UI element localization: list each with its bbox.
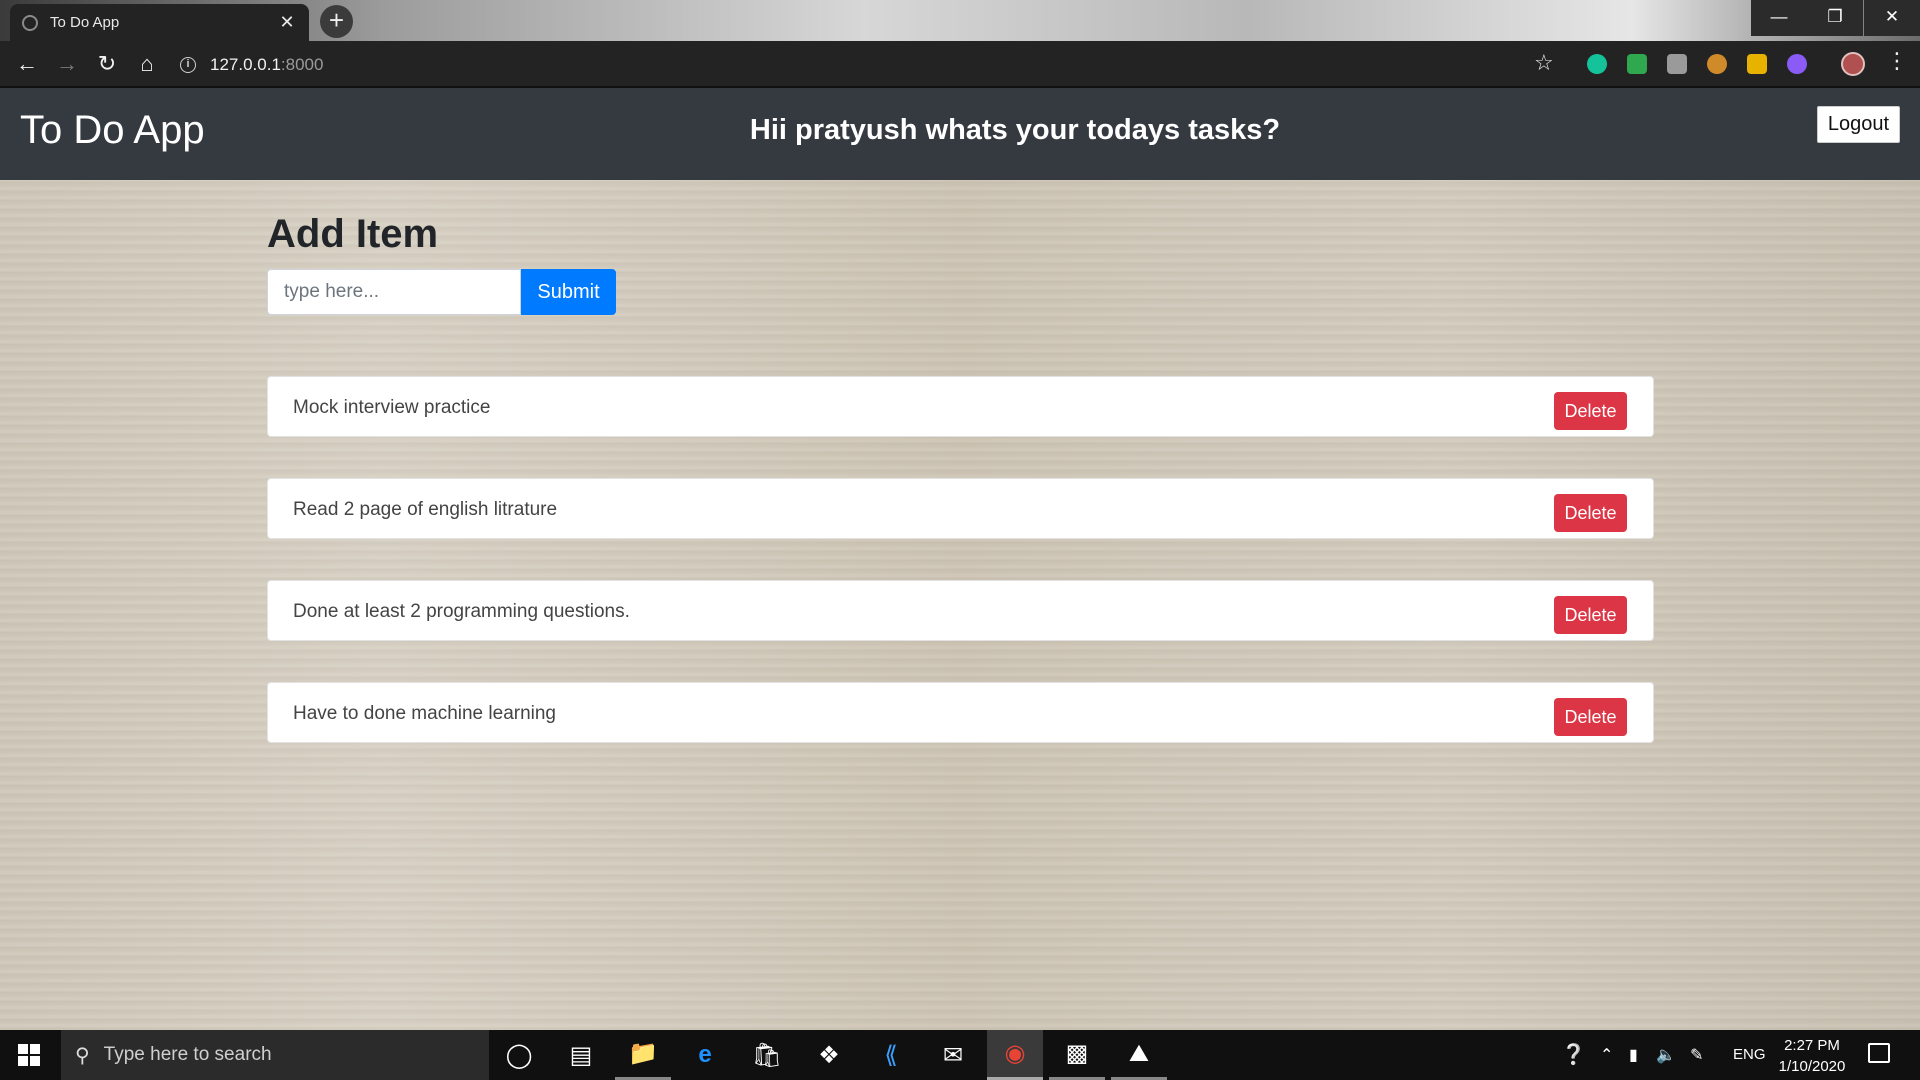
submit-button[interactable]: Submit <box>521 269 616 315</box>
url-host: 127.0.0.1 <box>210 54 281 74</box>
add-item-heading: Add Item <box>267 212 439 256</box>
notification-icon[interactable] <box>1868 1043 1890 1063</box>
task-text: Have to done machine learning <box>293 703 557 724</box>
cortana-icon[interactable]: ◯ <box>491 1030 547 1080</box>
forward-arrow-icon[interactable]: → <box>47 44 87 84</box>
task-item: Have to done machine learning Delete <box>267 682 1654 743</box>
home-icon[interactable]: ⌂ <box>127 44 167 84</box>
pen-icon[interactable]: ✎ <box>1690 1045 1703 1065</box>
vscode-icon[interactable]: ⟪ <box>863 1030 919 1080</box>
screen: To Do App ✕ + — ❐ ✕ ← → ↻ ⌂ i 127.0.0.1 … <box>0 0 1920 1080</box>
task-text: Mock interview practice <box>293 397 491 418</box>
grammarly-extension-icon[interactable] <box>1587 54 1607 74</box>
mail-icon[interactable]: ✉ <box>925 1030 981 1080</box>
help-icon[interactable]: ❔ <box>1561 1042 1586 1067</box>
chrome-icon[interactable]: ◉ <box>987 1030 1043 1080</box>
page-body: To Do App Hii pratyush whats your todays… <box>0 88 1920 1030</box>
url-port: :8000 <box>280 54 324 74</box>
edge-browser-icon[interactable]: e <box>677 1030 733 1080</box>
search-icon: ⚲ <box>75 1044 90 1067</box>
task-list: Mock interview practice Delete Read 2 pa… <box>267 376 1654 784</box>
app-navbar: To Do App Hii pratyush whats your todays… <box>0 88 1920 180</box>
logout-button[interactable]: Logout <box>1817 106 1900 143</box>
task-view-icon[interactable]: ▤ <box>553 1030 609 1080</box>
taskbar-search[interactable]: ⚲ Type here to search <box>61 1030 489 1080</box>
clock-time: 2:27 PM <box>1784 1037 1840 1054</box>
tab-title: To Do App <box>50 14 120 31</box>
browser-tab[interactable]: To Do App ✕ <box>10 4 309 41</box>
battery-icon[interactable]: ▮ <box>1629 1045 1638 1065</box>
vpn-extension-icon[interactable] <box>1787 54 1807 74</box>
cookie-extension-icon[interactable] <box>1707 54 1727 74</box>
delete-button[interactable]: Delete <box>1554 698 1627 736</box>
task-input[interactable]: type here... <box>267 269 521 315</box>
delete-button[interactable]: Delete <box>1554 494 1627 532</box>
windows-start-icon[interactable] <box>18 1044 40 1066</box>
language-indicator[interactable]: ENG <box>1733 1046 1766 1063</box>
clock-date: 1/10/2020 <box>1778 1058 1846 1075</box>
delete-button[interactable]: Delete <box>1554 392 1627 430</box>
restore-icon[interactable]: ❐ <box>1807 0 1863 36</box>
mail-extension-icon[interactable] <box>1627 54 1647 74</box>
browser-menu-icon[interactable]: ⋮ <box>1886 48 1908 74</box>
task-item: Mock interview practice Delete <box>267 376 1654 437</box>
terminal-icon[interactable]: ▩ <box>1049 1030 1105 1080</box>
browser-tabstrip: To Do App ✕ + — ❐ ✕ <box>0 0 1920 41</box>
delete-button[interactable]: Delete <box>1554 596 1627 634</box>
address-bar[interactable]: i 127.0.0.1 :8000 <box>180 48 1560 81</box>
windows-taskbar: ⚲ Type here to search ◯ ▤ 📁 e 🛍 ❖ ⟪ ✉ ◉ … <box>0 1030 1920 1080</box>
chevron-up-icon[interactable]: ⌃ <box>1600 1045 1613 1065</box>
task-item: Done at least 2 programming questions. D… <box>267 580 1654 641</box>
new-tab-button[interactable]: + <box>320 5 353 38</box>
taskbar-clock[interactable]: 2:27 PM 1/10/2020 <box>1772 1035 1852 1077</box>
task-text: Read 2 page of english litrature <box>293 499 558 520</box>
task-item: Read 2 page of english litrature Delete <box>267 478 1654 539</box>
bookmark-star-icon[interactable]: ☆ <box>1534 50 1554 76</box>
greeting-text: Hii pratyush whats your todays tasks? <box>749 114 1281 146</box>
extension-icon[interactable] <box>1667 54 1687 74</box>
close-window-icon[interactable]: ✕ <box>1864 0 1920 36</box>
close-tab-icon[interactable]: ✕ <box>277 12 297 33</box>
dropbox-icon[interactable]: ❖ <box>801 1030 857 1080</box>
globe-icon <box>22 14 38 31</box>
task-text: Done at least 2 programming questions. <box>293 601 630 622</box>
minimize-icon[interactable]: — <box>1751 0 1807 36</box>
info-icon[interactable]: i <box>180 56 196 73</box>
volume-muted-icon[interactable]: 🔈 <box>1656 1045 1676 1065</box>
store-icon[interactable]: 🛍 <box>739 1030 795 1080</box>
back-arrow-icon[interactable]: ← <box>7 44 47 84</box>
profile-avatar[interactable] <box>1841 52 1865 76</box>
reload-icon[interactable]: ↻ <box>87 44 127 84</box>
highlight-extension-icon[interactable] <box>1747 54 1767 74</box>
photos-icon[interactable]: ⛰ <box>1111 1030 1167 1080</box>
file-explorer-icon[interactable]: 📁 <box>615 1030 671 1080</box>
search-placeholder: Type here to search <box>103 1044 272 1065</box>
